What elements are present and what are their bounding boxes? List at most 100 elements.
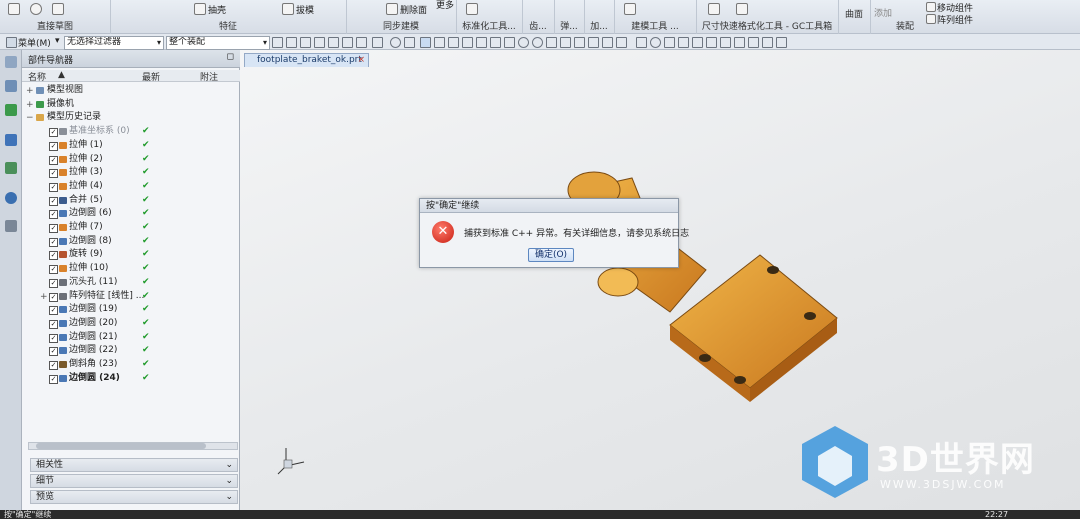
roles-icon[interactable] — [5, 220, 17, 232]
feature-row[interactable]: ✓ 边倒圆 (19) ✔ — [22, 303, 240, 316]
feature-row[interactable]: ✓ 边倒圆 (20) ✔ — [22, 317, 240, 330]
sort-ascending-icon[interactable]: ▲ — [58, 70, 65, 80]
color-icon[interactable] — [748, 37, 759, 48]
orient-icon[interactable] — [650, 37, 661, 48]
filter-icon[interactable] — [286, 37, 297, 48]
expand-icon[interactable]: + — [26, 99, 34, 112]
feature-row[interactable]: ✓ 拉伸 (4) ✔ — [22, 180, 240, 193]
visibility-checkbox[interactable]: ✓ — [49, 333, 58, 343]
expand-icon[interactable]: + — [40, 291, 48, 304]
panel-dependencies[interactable]: 相关性 ⌄ — [30, 458, 238, 472]
zoom-icon[interactable] — [372, 37, 383, 48]
point-icon[interactable] — [52, 3, 64, 15]
modeling-tool-icon[interactable] — [624, 3, 636, 15]
center-icon[interactable] — [518, 37, 529, 48]
visibility-checkbox[interactable]: ✓ — [49, 306, 58, 316]
wireframe-icon[interactable] — [404, 37, 415, 48]
section-icon[interactable] — [706, 37, 717, 48]
display-icon[interactable] — [692, 37, 703, 48]
visibility-checkbox[interactable]: ✓ — [49, 141, 58, 151]
visibility-checkbox[interactable]: ✓ — [49, 169, 58, 179]
column-header-name[interactable]: 名称 — [28, 70, 46, 83]
feature-row[interactable]: ✓ 边倒圆 (21) ✔ — [22, 331, 240, 344]
delete-face-icon[interactable] — [386, 3, 398, 15]
chevron-down-icon[interactable]: ▾ — [55, 36, 60, 46]
visibility-checkbox[interactable]: ✓ — [49, 265, 58, 275]
tangent-icon[interactable] — [560, 37, 571, 48]
assembly-scope-select[interactable]: 整个装配 ▾ — [166, 36, 270, 50]
constraint-navigator-icon[interactable] — [5, 104, 17, 116]
column-header-latest[interactable]: 最新 — [142, 70, 160, 83]
visibility-checkbox[interactable]: ✓ — [49, 292, 58, 302]
perpendicular-icon[interactable] — [504, 37, 515, 48]
shading-icon[interactable] — [390, 37, 401, 48]
panel-details[interactable]: 细节 ⌄ — [30, 474, 238, 488]
dimension-style-icon[interactable] — [736, 3, 748, 15]
maximize-icon[interactable]: ◻ — [227, 52, 234, 62]
file-tab[interactable]: footplate_braket_ok.prt × — [244, 53, 369, 67]
circle-snap-icon[interactable] — [532, 37, 543, 48]
ok-button[interactable]: 确定(O) — [528, 248, 574, 262]
visibility-checkbox[interactable]: ✓ — [49, 347, 58, 357]
standard-part-icon[interactable] — [466, 3, 478, 15]
snap-icon[interactable] — [300, 37, 311, 48]
angle-snap-icon[interactable] — [490, 37, 501, 48]
feature-row[interactable]: ✓ 拉伸 (3) ✔ — [22, 166, 240, 179]
rotate-icon[interactable] — [342, 37, 353, 48]
tree-row[interactable]: + 模型视图 — [22, 84, 240, 97]
snap-point-icon[interactable] — [420, 37, 431, 48]
dimension-format-icon[interactable] — [708, 3, 720, 15]
menu-button[interactable]: 菜单(M) — [18, 36, 51, 49]
scrollbar-thumb[interactable] — [36, 443, 206, 449]
existing-point-icon[interactable] — [588, 37, 599, 48]
close-icon[interactable]: × — [357, 54, 365, 67]
visibility-checkbox[interactable]: ✓ — [49, 224, 58, 233]
visibility-checkbox[interactable]: ✓ — [49, 128, 58, 138]
web-browser-icon[interactable] — [5, 162, 17, 174]
visibility-checkbox[interactable]: ✓ — [49, 210, 58, 220]
feature-row[interactable]: ✓ 拉伸 (7) ✔ — [22, 221, 240, 234]
feature-row[interactable]: ✓ 边倒圆 (8) ✔ — [22, 235, 240, 248]
view-icon[interactable] — [636, 37, 647, 48]
pan-icon[interactable] — [356, 37, 367, 48]
feature-row[interactable]: ✓ 拉伸 (1) ✔ — [22, 139, 240, 152]
feature-row[interactable]: ✓ 拉伸 (2) ✔ — [22, 153, 240, 166]
layer-icon[interactable] — [678, 37, 689, 48]
undo-icon[interactable] — [314, 37, 325, 48]
panel-preview[interactable]: 预览 ⌄ — [30, 490, 238, 504]
tree-row[interactable]: + 摄像机 — [22, 98, 240, 111]
select-icon[interactable] — [272, 37, 283, 48]
feature-row[interactable]: + ✓ 阵列特征 [线性] ... ✔ — [22, 290, 240, 303]
show-icon[interactable] — [776, 37, 787, 48]
feature-row[interactable]: ✓ 合并 (5) ✔ — [22, 194, 240, 207]
midpoint-icon[interactable] — [448, 37, 459, 48]
move-component-icon[interactable] — [926, 2, 936, 12]
collapse-icon[interactable]: − — [26, 112, 34, 125]
history-icon[interactable] — [5, 192, 17, 204]
quadrant-icon[interactable] — [574, 37, 585, 48]
visibility-checkbox[interactable]: ✓ — [49, 251, 58, 261]
render-icon[interactable] — [734, 37, 745, 48]
redo-icon[interactable] — [328, 37, 339, 48]
feature-row[interactable]: ✓ 基准坐标系 (0) ✔ — [22, 125, 240, 138]
pattern-component-button[interactable]: 阵列组件 — [937, 13, 973, 26]
feature-row[interactable]: ✓ 边倒圆 (6) ✔ — [22, 207, 240, 220]
selection-filter-select[interactable]: 无选择过滤器 ▾ — [64, 36, 164, 50]
circle-icon[interactable] — [30, 3, 42, 15]
hide-icon[interactable] — [762, 37, 773, 48]
draft-icon[interactable] — [282, 3, 294, 15]
reuse-library-icon[interactable] — [5, 134, 17, 146]
expand-icon[interactable]: + — [26, 85, 34, 98]
feature-row[interactable]: ✓ 沉头孔 (11) ✔ — [22, 276, 240, 289]
visibility-checkbox[interactable]: ✓ — [49, 155, 58, 165]
visibility-checkbox[interactable]: ✓ — [49, 319, 58, 329]
more-button[interactable]: 更多 — [436, 0, 454, 11]
endpoint-icon[interactable] — [434, 37, 445, 48]
visibility-checkbox[interactable]: ✓ — [49, 374, 58, 384]
assembly-navigator-icon[interactable] — [5, 80, 17, 92]
curve-snap-icon[interactable] — [476, 37, 487, 48]
feature-row[interactable]: ✓ 边倒圆 (24) ✔ — [22, 372, 240, 385]
intersection-icon[interactable] — [546, 37, 557, 48]
shell-button[interactable]: 抽壳 — [208, 3, 226, 16]
line-snap-icon[interactable] — [462, 37, 473, 48]
